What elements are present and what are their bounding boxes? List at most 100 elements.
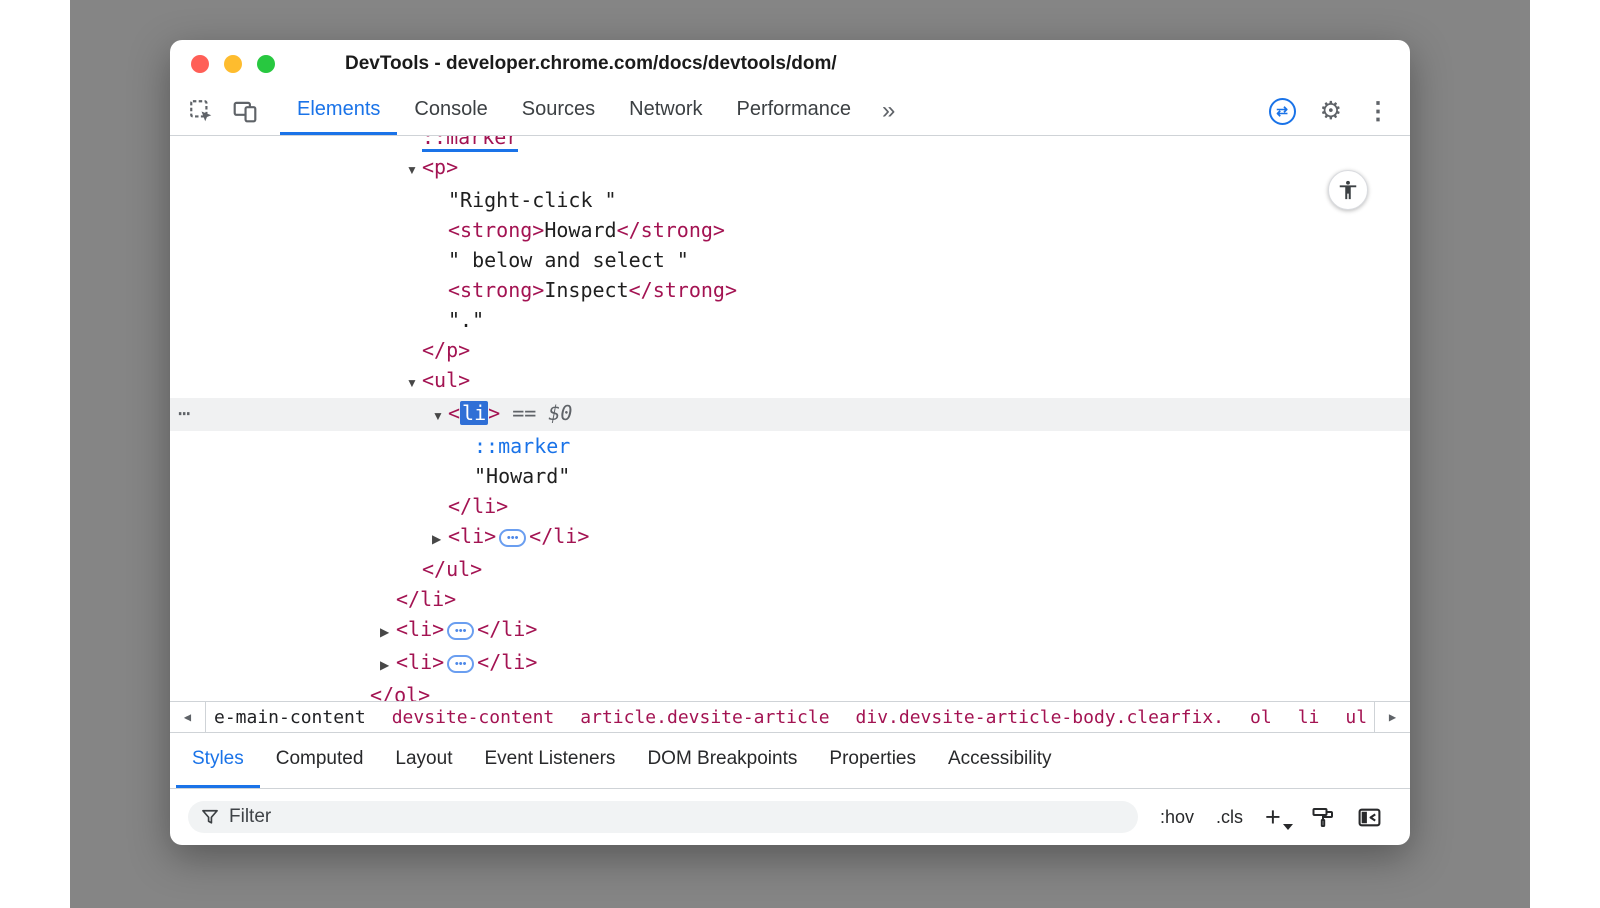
more-tabs-icon[interactable]: »	[868, 87, 909, 135]
styles-tab-dom-breakpoints[interactable]: DOM Breakpoints	[631, 733, 813, 788]
breadcrumb-item[interactable]: li	[1298, 707, 1320, 728]
tag-token: <strong>	[448, 278, 544, 302]
dollar0-token: $0	[548, 401, 572, 425]
breadcrumb-item[interactable]: ul	[1345, 707, 1367, 728]
breadcrumb-item[interactable]: ol	[1250, 707, 1272, 728]
text-node-token: "."	[448, 308, 484, 332]
toggle-hover-state-button[interactable]: :hov	[1160, 807, 1194, 828]
window-controls	[170, 55, 275, 73]
tab-elements[interactable]: Elements	[280, 87, 397, 135]
dom-tree-line[interactable]: <strong>Howard</strong>	[170, 215, 1410, 245]
tag-token: </ul>	[422, 557, 482, 581]
settings-gear-icon[interactable]: ⚙	[1320, 96, 1342, 126]
sidebar-toggle-icon[interactable]	[1357, 805, 1382, 830]
expand-arrow-icon[interactable]: ▶	[380, 617, 396, 647]
tag-token: </li>	[477, 617, 537, 641]
minimize-button[interactable]	[224, 55, 242, 73]
marker-pseudo-element: ::marker	[474, 434, 570, 458]
device-toolbar-icon[interactable]	[232, 98, 258, 124]
tab-sources[interactable]: Sources	[505, 87, 612, 135]
collapsed-content-icon[interactable]: •••	[447, 622, 474, 640]
styles-tab-accessibility[interactable]: Accessibility	[932, 733, 1067, 788]
expand-arrow-icon[interactable]: ▶	[432, 524, 448, 554]
dom-tree-line[interactable]: "."	[170, 305, 1410, 335]
text-node-token: "Howard"	[474, 464, 570, 488]
dom-tree-line[interactable]: ::marker	[170, 431, 1410, 461]
dom-tree-line[interactable]: ⋯▼<li> == $0	[170, 398, 1410, 431]
dom-tree-line[interactable]: "Right-click "	[170, 185, 1410, 215]
dom-tree-line[interactable]: ▼<ul>	[170, 365, 1410, 398]
dom-tree-line[interactable]: ▶<li>•••</li>	[170, 647, 1410, 680]
tag-token: </li>	[529, 524, 589, 548]
marker-pseudo-element: ::marker	[422, 136, 518, 152]
dom-tree-line[interactable]: </ol>	[170, 680, 1410, 701]
tag-token: <p>	[422, 155, 458, 179]
tag-token: <li>	[396, 650, 444, 674]
filter-funnel-icon	[200, 807, 220, 827]
toolbar-right-icons: ⇄ ⚙ ⋮	[1269, 87, 1410, 135]
tab-performance[interactable]: Performance	[720, 87, 869, 135]
breadcrumb-item[interactable]: e-main-content	[214, 707, 366, 728]
close-button[interactable]	[191, 55, 209, 73]
equals-token: ==	[500, 401, 548, 425]
dom-tree-line[interactable]: <strong>Inspect</strong>	[170, 275, 1410, 305]
breadcrumb-items: e-main-content devsite-content article.dev…	[206, 706, 1374, 729]
elements-panel: ::marker▼<p>"Right-click "<strong>Howard…	[170, 136, 1410, 701]
collapse-arrow-icon[interactable]: ▼	[406, 368, 422, 398]
tag-token: </li>	[396, 587, 456, 611]
devtools-toolbar: ElementsConsoleSourcesNetworkPerformance…	[170, 87, 1410, 136]
devtools-window: DevTools - developer.chrome.com/docs/dev…	[170, 40, 1410, 845]
dom-tree-line[interactable]: "Howard"	[170, 461, 1410, 491]
dom-tree-line[interactable]: ▶<li>•••</li>	[170, 521, 1410, 554]
breadcrumb-item[interactable]: div.devsite-article-body.clearfix.	[856, 707, 1224, 728]
tag-token: >	[488, 401, 500, 425]
dom-tree-line[interactable]: ▼<p>	[170, 152, 1410, 185]
text-node-token: Inspect	[544, 278, 628, 302]
desktop-background: DevTools - developer.chrome.com/docs/dev…	[70, 0, 1530, 908]
kebab-menu-icon[interactable]: ⋮	[1366, 97, 1390, 126]
breadcrumb-bar: ◀ e-main-content devsite-content article.d…	[170, 701, 1410, 733]
collapsed-content-icon[interactable]: •••	[447, 655, 474, 673]
dom-tree-line[interactable]: </li>	[170, 584, 1410, 614]
dom-tree-line[interactable]: </p>	[170, 335, 1410, 365]
sync-icon[interactable]: ⇄	[1269, 98, 1296, 125]
expand-arrow-icon[interactable]: ▶	[380, 650, 396, 680]
styles-tab-styles[interactable]: Styles	[176, 733, 260, 788]
text-node-token: "Right-click "	[448, 188, 617, 212]
tab-network[interactable]: Network	[612, 87, 719, 135]
breadcrumb-item[interactable]: article.devsite-article	[580, 707, 829, 728]
tag-token: </strong>	[617, 218, 725, 242]
styles-tab-computed[interactable]: Computed	[260, 733, 380, 788]
collapse-arrow-icon[interactable]: ▼	[406, 155, 422, 185]
styles-filter-input[interactable]	[229, 806, 1126, 828]
dom-tree: ::marker▼<p>"Right-click "<strong>Howard…	[170, 136, 1410, 701]
breadcrumb-scroll-left-icon[interactable]: ◀	[170, 702, 206, 732]
zoom-button[interactable]	[257, 55, 275, 73]
tag-token: <ul>	[422, 368, 470, 392]
tag-token: <	[448, 401, 460, 425]
node-options-icon[interactable]: ⋯	[178, 398, 190, 428]
dom-tree-line[interactable]: ▶<li>•••</li>	[170, 614, 1410, 647]
new-style-rule-button[interactable]: +	[1265, 804, 1289, 831]
breadcrumb-scroll-right-icon[interactable]: ▶	[1374, 702, 1410, 732]
element-classes-button[interactable]: .cls	[1216, 807, 1243, 828]
tab-console[interactable]: Console	[397, 87, 504, 135]
panel-tabs: ElementsConsoleSourcesNetworkPerformance	[280, 87, 868, 135]
tag-token: <li>	[448, 524, 496, 548]
styles-filter-bar: :hov .cls +	[170, 789, 1410, 845]
collapse-arrow-icon[interactable]: ▼	[432, 401, 448, 431]
dom-tree-line[interactable]: </ul>	[170, 554, 1410, 584]
dom-tree-line[interactable]: " below and select "	[170, 245, 1410, 275]
tag-token: <li>	[396, 617, 444, 641]
collapsed-content-icon[interactable]: •••	[499, 529, 526, 547]
styles-tab-properties[interactable]: Properties	[813, 733, 932, 788]
dom-tree-line[interactable]: </li>	[170, 491, 1410, 521]
styles-tab-layout[interactable]: Layout	[379, 733, 468, 788]
inspect-element-icon[interactable]	[188, 98, 214, 124]
breadcrumb-item[interactable]: devsite-content	[392, 707, 555, 728]
window-title: DevTools - developer.chrome.com/docs/dev…	[345, 53, 837, 75]
styles-tab-event-listeners[interactable]: Event Listeners	[468, 733, 631, 788]
paint-roller-icon[interactable]	[1311, 805, 1335, 829]
accessibility-person-icon[interactable]	[1328, 170, 1368, 210]
dom-tree-line[interactable]: ::marker	[170, 136, 1410, 152]
